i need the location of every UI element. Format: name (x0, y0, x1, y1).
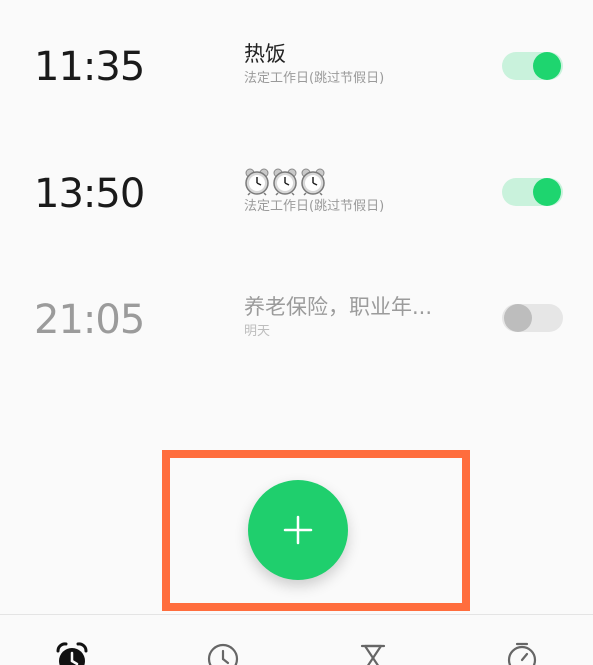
alarm-time: 13:50 (34, 171, 145, 217)
stopwatch-icon (507, 642, 537, 665)
bottom-nav (0, 614, 593, 665)
nav-tab-timer[interactable] (353, 641, 393, 665)
timer-hourglass-icon (360, 644, 386, 665)
alarm-icon (56, 642, 88, 665)
alarm-row[interactable]: 11:35 热饭 法定工作日(跳过节假日) (0, 0, 593, 126)
toggle-knob (504, 304, 532, 332)
alarm-clock-icon (245, 168, 269, 196)
alarm-repeat: 明天 (244, 324, 271, 339)
add-alarm-button[interactable] (248, 480, 348, 580)
alarm-row[interactable]: 21:05 养老保险，职业年... 明天 (0, 252, 593, 378)
alarm-label: 热饭 (244, 42, 286, 66)
alarm-toggle[interactable] (502, 52, 563, 80)
nav-tab-world-clock[interactable] (203, 641, 243, 665)
alarm-label (244, 168, 326, 200)
nav-tab-alarm[interactable] (52, 641, 92, 665)
alarm-time: 21:05 (34, 297, 145, 343)
alarm-repeat: 法定工作日(跳过节假日) (244, 71, 385, 86)
nav-tab-stopwatch[interactable] (502, 641, 542, 665)
alarm-label-icons (244, 168, 326, 196)
alarm-toggle[interactable] (502, 178, 563, 206)
alarm-screen: 11:35 热饭 法定工作日(跳过节假日) 13:50 法定工作日(跳过节假日)… (0, 0, 593, 665)
world-clock-icon (207, 643, 239, 665)
alarm-time: 11:35 (34, 44, 145, 90)
alarm-label: 养老保险，职业年... (244, 295, 433, 319)
alarm-row[interactable]: 13:50 法定工作日(跳过节假日) (0, 126, 593, 252)
toggle-knob (533, 178, 561, 206)
alarm-repeat: 法定工作日(跳过节假日) (244, 199, 385, 214)
alarm-clock-icon (301, 168, 325, 196)
alarm-clock-icon (273, 168, 297, 196)
plus-icon (283, 515, 313, 545)
alarm-toggle[interactable] (502, 304, 563, 332)
toggle-knob (533, 52, 561, 80)
